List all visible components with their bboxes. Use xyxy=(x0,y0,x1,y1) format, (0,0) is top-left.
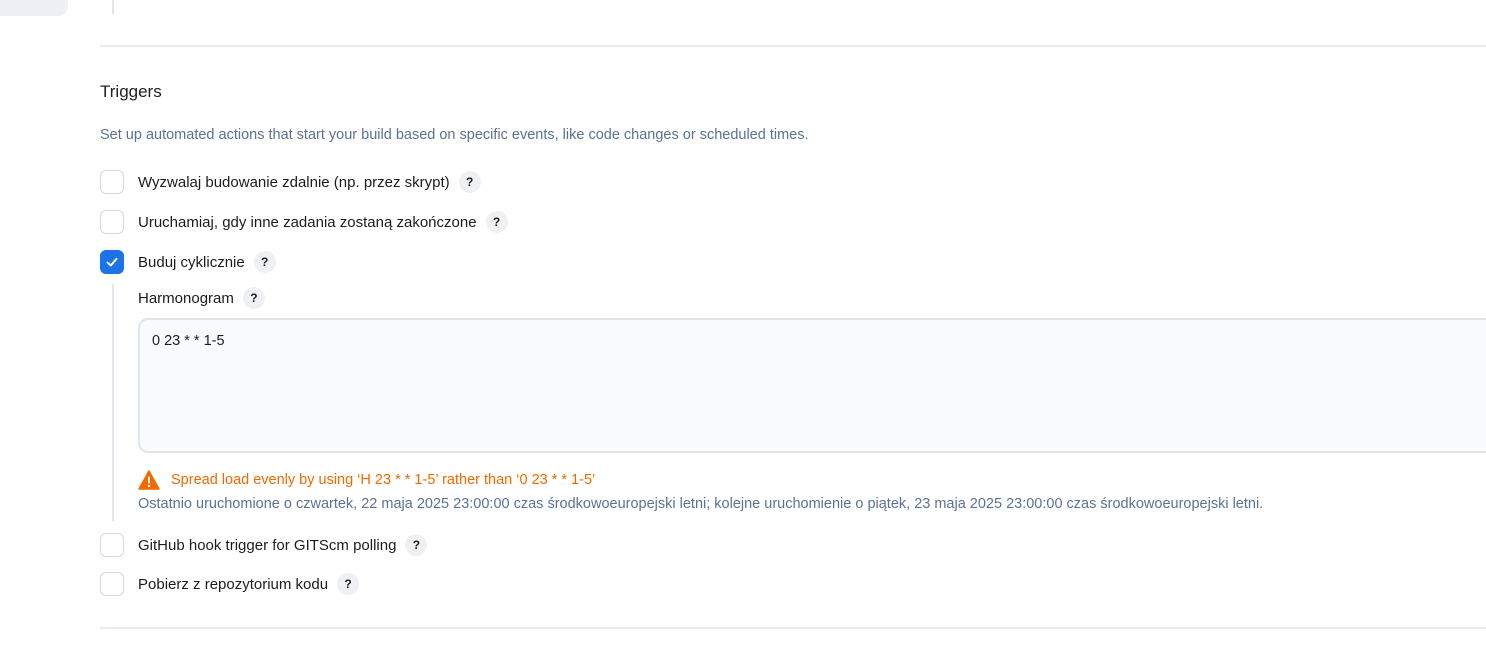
trigger-github-hook-label[interactable]: GitHub hook trigger for GITScm polling xyxy=(138,537,396,554)
schedule-warning: Spread load evenly by using ‘H 23 * * 1-… xyxy=(138,469,595,491)
schedule-label: Harmonogram xyxy=(138,289,234,307)
trigger-github-hook-checkbox[interactable] xyxy=(100,533,124,557)
check-icon xyxy=(106,257,118,267)
section-divider xyxy=(100,45,1486,47)
trigger-after-other-jobs-checkbox[interactable] xyxy=(100,210,124,234)
trigger-after-other-jobs-option[interactable]: Uruchamiaj, gdy inne zadania zostaną zak… xyxy=(100,209,508,235)
sidebar-item-stub[interactable] xyxy=(0,0,68,16)
trigger-github-hook-option[interactable]: GitHub hook trigger for GITScm polling ? xyxy=(100,532,428,558)
schedule-warning-text: Spread load evenly by using ‘H 23 * * 1-… xyxy=(171,472,596,488)
schedule-field-label: Harmonogram ? xyxy=(138,286,265,310)
help-icon[interactable]: ? xyxy=(253,251,276,273)
trigger-periodic-checkbox[interactable] xyxy=(100,250,124,274)
trigger-periodic-label[interactable]: Buduj cyklicznie xyxy=(138,254,245,271)
help-icon[interactable]: ? xyxy=(485,211,508,233)
schedule-run-info: Ostatnio uruchomione o czwartek, 22 maja… xyxy=(138,496,1264,512)
warning-triangle-icon xyxy=(138,470,160,490)
trigger-periodic-option[interactable]: Buduj cyklicznie ? xyxy=(100,249,276,275)
help-icon[interactable]: ? xyxy=(405,534,428,556)
help-icon[interactable]: ? xyxy=(242,287,265,309)
page: Triggers Set up automated actions that s… xyxy=(0,0,1486,652)
section-description: Set up automated actions that start your… xyxy=(100,127,809,143)
trigger-after-other-jobs-label[interactable]: Uruchamiaj, gdy inne zadania zostaną zak… xyxy=(138,214,477,231)
trigger-scm-poll-option[interactable]: Pobierz z repozytorium kodu ? xyxy=(100,571,360,597)
nested-section-line xyxy=(112,284,114,521)
help-icon[interactable]: ? xyxy=(458,171,481,193)
section-divider xyxy=(100,627,1486,629)
trigger-scm-poll-checkbox[interactable] xyxy=(100,572,124,596)
help-icon[interactable]: ? xyxy=(337,573,360,595)
trigger-remote-label[interactable]: Wyzwalaj budowanie zdalnie (np. przez sk… xyxy=(138,174,450,191)
schedule-textarea[interactable]: 0 23 * * 1-5 xyxy=(138,318,1486,453)
previous-section-nest-line xyxy=(112,0,114,14)
trigger-scm-poll-label[interactable]: Pobierz z repozytorium kodu xyxy=(138,576,328,593)
trigger-remote-checkbox[interactable] xyxy=(100,170,124,194)
section-title: Triggers xyxy=(100,82,162,101)
trigger-remote-option[interactable]: Wyzwalaj budowanie zdalnie (np. przez sk… xyxy=(100,169,481,195)
